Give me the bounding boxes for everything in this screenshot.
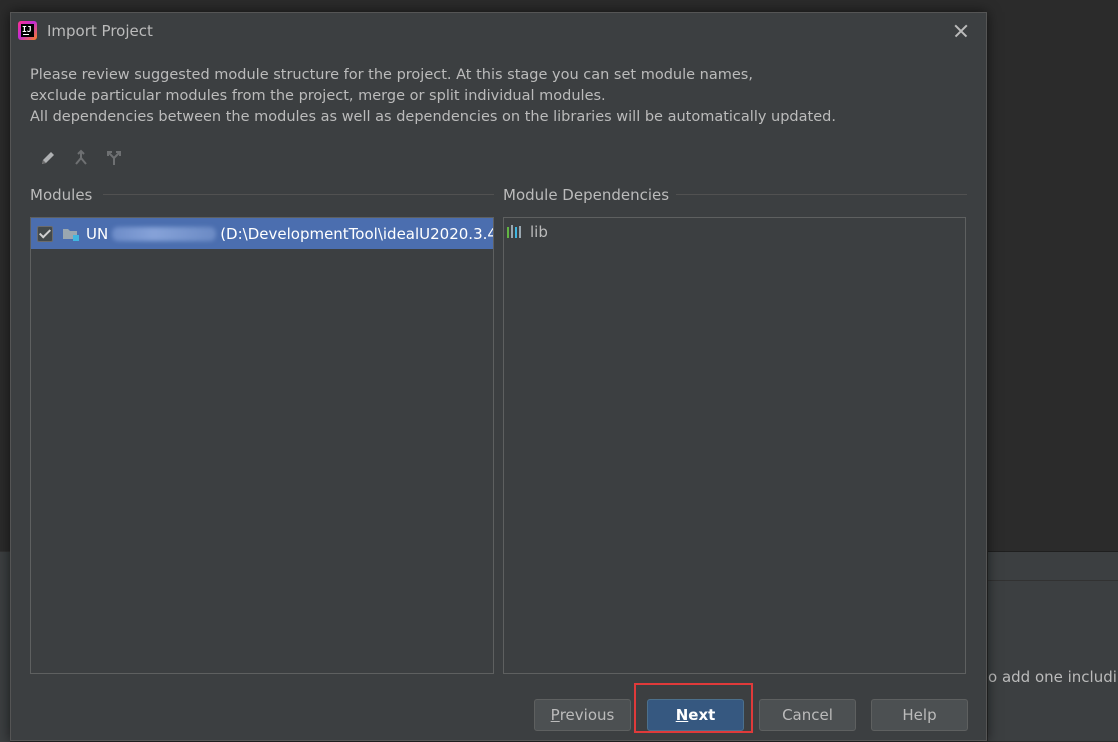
close-icon[interactable] (950, 20, 972, 42)
background-ide-panel-left (0, 551, 10, 742)
background-tool-window (988, 581, 1118, 741)
module-name: UN (86, 224, 109, 243)
dialog-titlebar: IJ Import Project (11, 13, 986, 51)
previous-label: revious (559, 706, 615, 724)
dependency-item[interactable]: lib (506, 221, 548, 243)
dependency-name: lib (530, 223, 548, 241)
background-ide-area (988, 0, 1118, 741)
description-line-1: Please review suggested module structure… (30, 67, 753, 83)
intellij-idea-icon: IJ (18, 21, 37, 40)
next-button[interactable]: Next (647, 699, 744, 731)
previous-button[interactable]: Previous (534, 699, 631, 731)
background-hint-text: o add one includir (988, 668, 1118, 686)
background-tool-window-header (988, 552, 1118, 581)
description-line-2: exclude particular modules from the proj… (30, 88, 606, 104)
module-dependencies-label: Module Dependencies (503, 186, 670, 204)
module-path: (D:\DevelopmentTool\idealU2020.3.4 (220, 224, 493, 243)
module-row[interactable]: UN (D:\DevelopmentTool\idealU2020.3.4 (31, 218, 493, 249)
next-mnemonic: N (675, 706, 689, 724)
dialog-title: Import Project (47, 22, 153, 40)
module-folder-icon (62, 226, 80, 242)
modules-separator (103, 194, 494, 195)
split-icon[interactable] (103, 147, 125, 169)
modules-list[interactable]: UN (D:\DevelopmentTool\idealU2020.3.4 (30, 217, 494, 674)
merge-icon[interactable] (70, 147, 92, 169)
dependencies-list[interactable]: lib (503, 217, 966, 674)
next-label: ext (688, 706, 716, 724)
description-line-3: All dependencies between the modules as … (30, 109, 836, 125)
cancel-button[interactable]: Cancel (759, 699, 856, 731)
previous-mnemonic: P (550, 706, 560, 724)
dialog-description: Please review suggested module structure… (30, 65, 836, 128)
modules-label: Modules (30, 186, 93, 204)
redacted-module-name (112, 226, 217, 241)
edit-pencil-icon[interactable] (37, 147, 59, 169)
dependencies-separator (676, 194, 967, 195)
import-project-dialog: IJ Import Project Please review suggeste… (10, 12, 987, 741)
help-button[interactable]: Help (871, 699, 968, 731)
library-icon (507, 225, 521, 238)
module-checkbox[interactable] (37, 225, 53, 242)
